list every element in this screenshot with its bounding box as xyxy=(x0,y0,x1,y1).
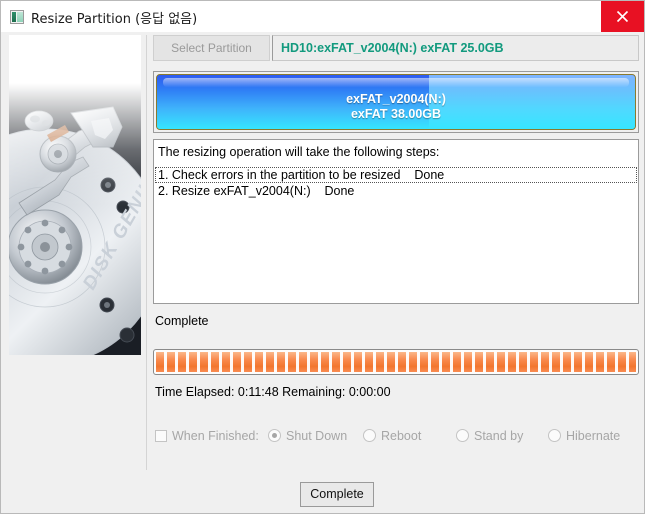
radio-reboot-label: Reboot xyxy=(381,429,422,443)
partition-summary-field: HD10:exFAT_v2004(N:) exFAT 25.0GB xyxy=(272,35,639,61)
radio-indicator xyxy=(363,429,376,442)
progress-bar-fill xyxy=(156,352,636,372)
time-elapsed-label: Time Elapsed: 0:11:48 Remaining: 0:00:00 xyxy=(155,385,391,399)
when-finished-checkbox[interactable]: When Finished: xyxy=(155,427,259,445)
radio-indicator xyxy=(456,429,469,442)
disk-genius-hard-drive-illustration: DISK GENIUS xyxy=(9,35,141,355)
step-list-item[interactable]: 1. Check errors in the partition to be r… xyxy=(155,167,637,183)
step-list-item[interactable]: 2. Resize exFAT_v2004(N:) Done xyxy=(155,183,637,199)
main-content: Select Partition HD10:exFAT_v2004(N:) ex… xyxy=(153,35,639,443)
title-bar: Resize Partition (응답 없음) xyxy=(1,1,644,32)
resize-partition-dialog: Resize Partition (응답 없음) Select Partitio… xyxy=(0,0,645,514)
radio-indicator xyxy=(548,429,561,442)
disk-illustration-panel: DISK GENIUS xyxy=(9,35,141,355)
radio-hibernate-label: Hibernate xyxy=(566,429,621,443)
radio-hibernate[interactable]: Hibernate xyxy=(548,427,620,445)
radio-indicator xyxy=(268,429,281,442)
steps-intro-text: The resizing operation will take the fol… xyxy=(158,145,440,159)
radio-reboot[interactable]: Reboot xyxy=(363,427,421,445)
close-icon xyxy=(616,10,629,23)
steps-panel: The resizing operation will take the fol… xyxy=(153,139,639,304)
close-button[interactable] xyxy=(601,1,644,32)
progress-bar-segments xyxy=(156,352,636,372)
when-finished-label: When Finished: xyxy=(172,429,259,443)
radio-shut-down[interactable]: Shut Down xyxy=(268,427,347,445)
when-finished-row: When Finished: Shut Down Reboot Stand by… xyxy=(155,427,639,447)
partition-summary-text: HD10:exFAT_v2004(N:) exFAT 25.0GB xyxy=(281,41,504,55)
partition-map: exFAT_v2004(N:) exFAT 38.00GB xyxy=(153,71,639,133)
partition-block-labels: exFAT_v2004(N:) exFAT 38.00GB xyxy=(157,92,635,122)
select-partition-button[interactable]: Select Partition xyxy=(153,35,270,61)
partition-volume-size: exFAT 38.00GB xyxy=(350,107,442,121)
status-label: Complete xyxy=(155,314,209,328)
checkbox-box xyxy=(155,430,167,442)
window-title: Resize Partition (응답 없음) xyxy=(31,12,198,27)
steps-list[interactable]: 1. Check errors in the partition to be r… xyxy=(155,167,637,199)
partition-block[interactable]: exFAT_v2004(N:) exFAT 38.00GB xyxy=(156,74,636,130)
partition-app-icon xyxy=(10,10,24,24)
partition-header-row: Select Partition HD10:exFAT_v2004(N:) ex… xyxy=(153,35,639,61)
partition-volume-label: exFAT_v2004(N:) xyxy=(346,92,446,106)
radio-stand-by-label: Stand by xyxy=(474,429,524,443)
radio-shut-down-label: Shut Down xyxy=(286,429,348,443)
panel-divider xyxy=(146,35,147,470)
complete-button[interactable]: Complete xyxy=(300,482,374,507)
radio-stand-by[interactable]: Stand by xyxy=(456,427,523,445)
partition-gloss-highlight xyxy=(163,78,629,87)
progress-bar xyxy=(153,349,639,375)
